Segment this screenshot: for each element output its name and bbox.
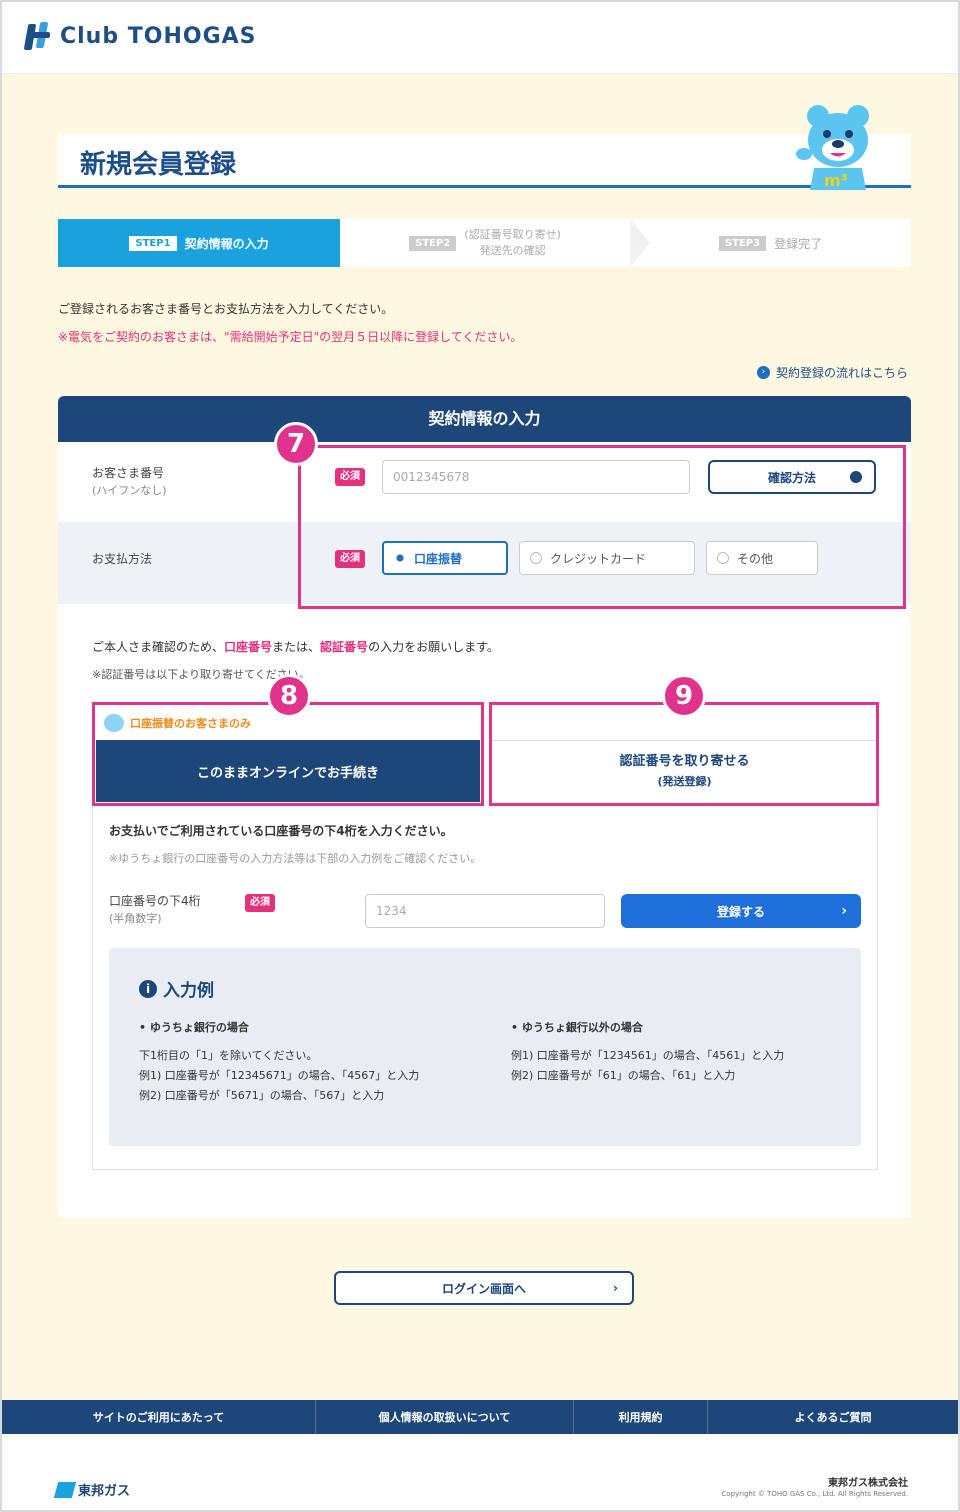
- example-title: i 入力例: [139, 976, 214, 1001]
- step-2: STEP2 (認証番号取り寄せ) 発送先の確認: [340, 219, 650, 267]
- step-1-current: STEP1 契約情報の入力: [58, 219, 362, 267]
- step-2-badge: STEP2: [409, 235, 457, 251]
- step-3-label: 登録完了: [774, 236, 823, 251]
- step-2-label-line2: 発送先の確認: [479, 244, 546, 257]
- footer-nav: サイトのご利用にあたって 個人情報の取扱いについて 利用規約 よくあるご質問: [2, 1400, 958, 1434]
- callout-number-7: 7: [274, 422, 318, 466]
- intro-text: ご登録されるお客さま番号とお支払方法を入力してください。: [58, 302, 394, 316]
- electricity-notice: ※電気をご契約のお客さまは、"需給開始予定日"の翌月５日以降に登録してください。: [58, 330, 523, 344]
- example-title-text: 入力例: [163, 981, 214, 1001]
- yucho-line: 例1) 口座番号が「12345671」の場合、「4567」と入力: [139, 1069, 420, 1082]
- info-icon: i: [139, 979, 157, 998]
- yucho-line: 例2) 口座番号が「5671」の場合、「567」と入力: [139, 1089, 385, 1102]
- site-header: Club TOHOGAS: [2, 2, 958, 74]
- example-other-banks: • ゆうちょ銀行以外の場合 例1) 口座番号が「1234561」の場合、「456…: [511, 1018, 841, 1086]
- account-note: ※ゆうちょ銀行の口座番号の入力方法等は下部の入力例をご確認ください。: [109, 852, 482, 865]
- input-example-box: i 入力例 • ゆうちょ銀行の場合 下1桁目の「1」を除いてください。 例1) …: [109, 948, 861, 1146]
- footer: 東邦ガス 東邦ガス株式会社 Copyright © TOHO GAS Co., …: [2, 1434, 958, 1510]
- example-yucho: • ゆうちょ銀行の場合 下1桁目の「1」を除いてください。 例1) 口座番号が「…: [139, 1018, 469, 1106]
- step-3: STEP3 登録完了: [630, 219, 911, 267]
- account-digits-label: 口座番号の下4桁 (半角数字): [109, 892, 201, 928]
- copyright: Copyright © TOHO GAS Co., Ltd. All Right…: [721, 1490, 908, 1498]
- footer-link-faq[interactable]: よくあるご質問: [708, 1400, 958, 1434]
- page-title-card: 新規会員登録: [58, 134, 911, 188]
- footer-link-site-usage[interactable]: サイトのご利用にあたって: [2, 1400, 316, 1434]
- bear-mascot-icon: m³: [796, 105, 869, 190]
- verification-note: ご本人さま確認のため、口座番号または、認証番号の入力をお願いします。: [92, 640, 499, 654]
- club-tohogas-logo[interactable]: Club TOHOGAS: [23, 20, 257, 52]
- chevron-right-icon: ›: [613, 1281, 618, 1295]
- other-line: 例1) 口座番号が「1234561」の場合、「4561」と入力: [511, 1049, 785, 1062]
- payment-method-label: お支払方法: [92, 552, 153, 566]
- tohogas-mark-icon: [53, 1481, 77, 1498]
- register-button[interactable]: 登録する ›: [621, 894, 861, 928]
- customer-number-label: お客さま番号 (ハイフンなし): [92, 464, 167, 500]
- other-heading: • ゆうちょ銀行以外の場合: [511, 1021, 643, 1034]
- login-screen-button[interactable]: ログイン画面へ ›: [334, 1271, 634, 1305]
- step-2-label-line1: (認証番号取り寄せ): [464, 228, 561, 241]
- customer-number-sublabel: (ハイフンなし): [92, 484, 167, 497]
- account-digits-sublabel: (半角数字): [109, 912, 162, 925]
- footer-logo-text: 東邦ガス: [78, 1484, 131, 1499]
- customer-number-label-text: お客さま番号: [92, 466, 165, 480]
- chevron-right-icon: ›: [841, 903, 847, 919]
- yucho-line: 下1桁目の「1」を除いてください。: [139, 1049, 318, 1062]
- step-1-label: 契約情報の入力: [184, 236, 269, 251]
- footer-link-privacy[interactable]: 個人情報の取扱いについて: [316, 1400, 574, 1434]
- login-button-label: ログイン画面へ: [441, 1281, 526, 1296]
- account-digits-input[interactable]: 1234: [365, 894, 605, 928]
- step-3-badge: STEP3: [718, 235, 767, 251]
- callout-number-9: 9: [662, 674, 706, 718]
- brand-name: Club TOHOGAS: [60, 23, 257, 49]
- other-line: 例2) 口座番号が「61」の場合、「61」と入力: [511, 1069, 736, 1082]
- flow-link-label: 契約登録の流れはこちら: [775, 366, 908, 380]
- registration-flow-link[interactable]: › 契約登録の流れはこちら: [756, 364, 908, 381]
- company-name: 東邦ガス株式会社: [828, 1478, 908, 1489]
- svg-text:m³: m³: [824, 171, 848, 190]
- required-badge: 必須: [245, 894, 275, 912]
- page-title: 新規会員登録: [80, 150, 237, 180]
- step-1-badge: STEP1: [129, 235, 177, 251]
- circle-arrow-icon: ›: [756, 366, 770, 379]
- account-number-panel: お支払いでご利用されている口座番号の下4桁を入力ください。 ※ゆうちょ銀行の口座…: [92, 802, 878, 1170]
- tohogas-footer-logo[interactable]: 東邦ガス: [53, 1480, 131, 1499]
- tohogas-logo-icon: [23, 20, 54, 52]
- register-button-label: 登録する: [716, 904, 765, 919]
- footer-link-terms[interactable]: 利用規約: [574, 1400, 708, 1434]
- callout-number-8: 8: [267, 674, 311, 718]
- step-indicator: STEP1 契約情報の入力 STEP2 (認証番号取り寄せ) 発送先の確認 ST…: [58, 219, 911, 267]
- callout-box-7: [298, 445, 906, 609]
- account-digits-label-text: 口座番号の下4桁: [109, 894, 201, 908]
- form-heading: 契約情報の入力: [58, 396, 911, 442]
- yucho-heading: • ゆうちょ銀行の場合: [139, 1021, 249, 1034]
- account-instruction: お支払いでご利用されている口座番号の下4桁を入力ください。: [109, 824, 453, 838]
